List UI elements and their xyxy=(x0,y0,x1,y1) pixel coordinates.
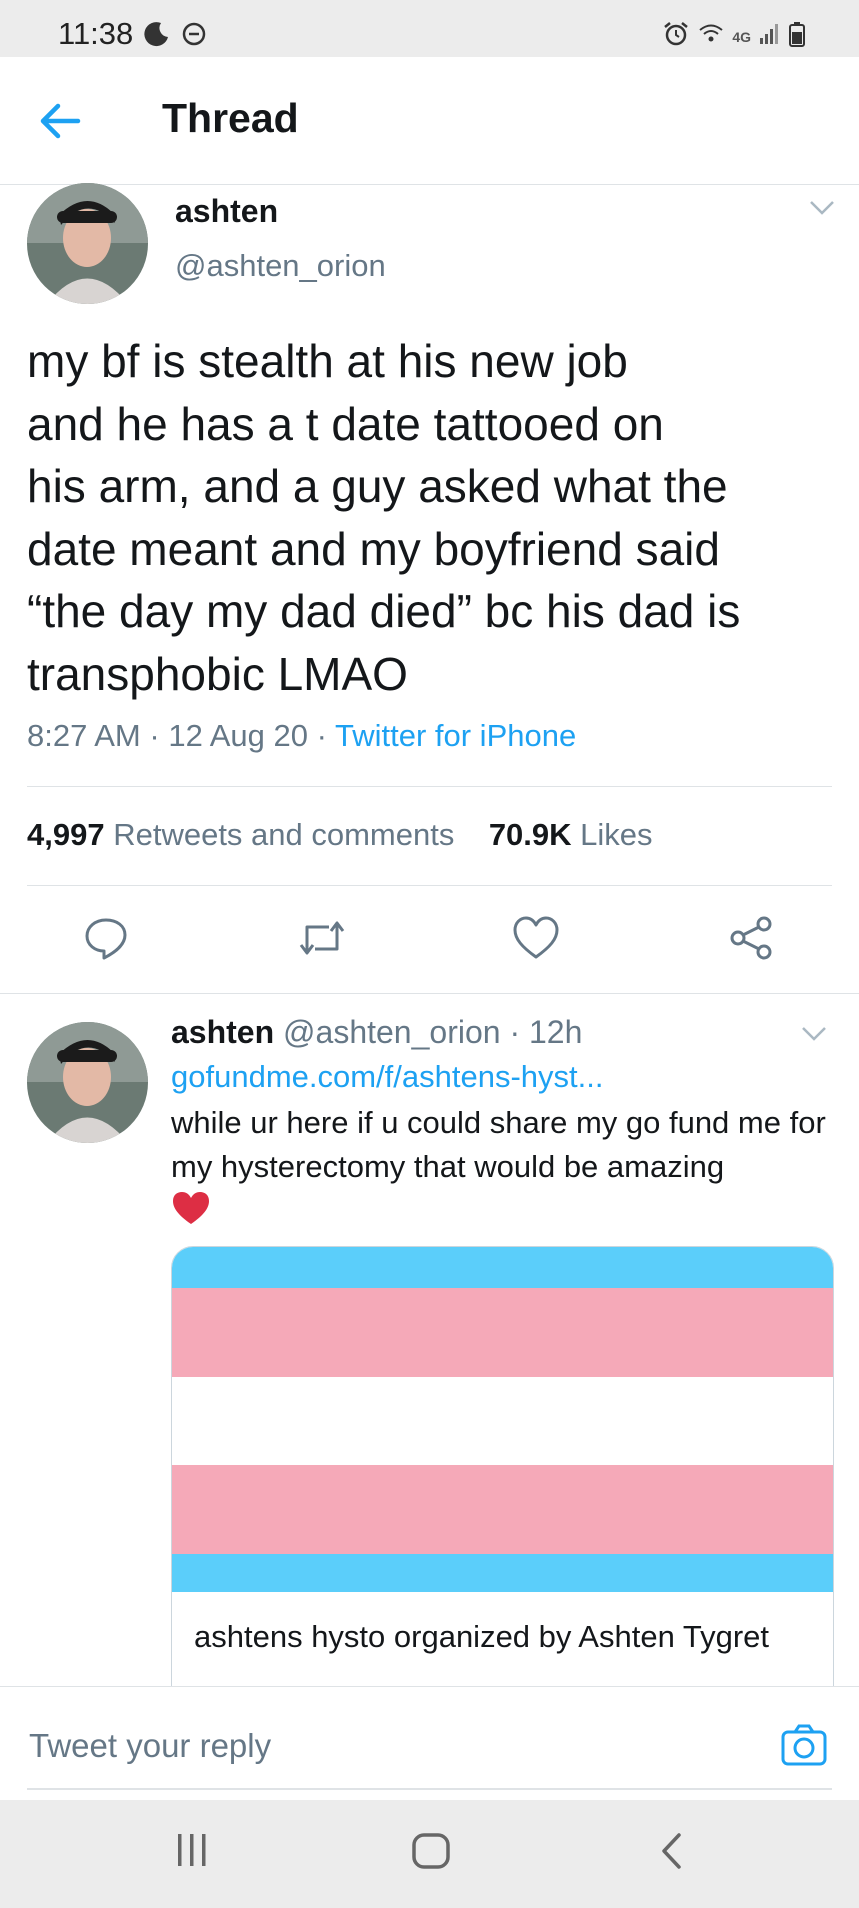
like-icon[interactable] xyxy=(512,915,560,966)
likes-label: Likes xyxy=(580,817,653,852)
alarm-icon xyxy=(662,20,690,53)
separator: · xyxy=(509,1014,521,1050)
divider xyxy=(0,993,859,994)
author-name[interactable]: ashten xyxy=(171,1014,274,1050)
reply-header: ashten @ashten_orion · 12h xyxy=(171,1014,582,1051)
avatar[interactable] xyxy=(27,183,148,304)
share-icon[interactable] xyxy=(728,915,774,966)
red-heart-icon xyxy=(171,1190,211,1231)
tweet-stats: 4,997 Retweets and comments 70.9K Likes xyxy=(27,817,653,853)
nav-bar xyxy=(0,1800,859,1908)
retweets-stat[interactable]: 4,997 Retweets and comments xyxy=(27,817,454,852)
tweet-source-link[interactable]: Twitter for iPhone xyxy=(335,718,576,753)
divider xyxy=(27,786,832,787)
tweet-text: my bf is stealth at his new job and he h… xyxy=(27,335,741,700)
divider xyxy=(27,885,832,886)
author-handle[interactable]: @ashten_orion xyxy=(283,1014,501,1050)
card-title: ashtens hysto organized by Ashten Tygret xyxy=(194,1619,770,1654)
flag-stripe-blue xyxy=(172,1554,833,1592)
reply-text: while ur here if u could share my go fun… xyxy=(171,1105,826,1184)
reply-bar xyxy=(0,1686,859,1801)
battery-icon xyxy=(789,21,805,52)
author-handle[interactable]: @ashten_orion xyxy=(175,248,386,284)
header: Thread xyxy=(0,57,859,185)
likes-count: 70.9K xyxy=(488,817,572,852)
flag-stripe-pink xyxy=(172,1288,833,1377)
status-bar: 11:38 4G xyxy=(0,0,859,57)
page-title: Thread xyxy=(162,95,299,141)
tweet-time: 8:27 AM xyxy=(27,718,141,753)
flag-stripe-pink xyxy=(172,1465,833,1554)
chevron-down-icon[interactable] xyxy=(800,1024,828,1049)
retweet-icon[interactable] xyxy=(297,915,347,966)
author-name[interactable]: ashten xyxy=(175,193,278,230)
chevron-down-icon[interactable] xyxy=(808,198,836,223)
signal-icon xyxy=(759,22,781,51)
likes-stat[interactable]: 70.9K Likes xyxy=(489,817,653,852)
back-icon[interactable] xyxy=(655,1830,687,1877)
reply-input[interactable] xyxy=(27,1725,721,1767)
flag-stripe-blue xyxy=(172,1247,833,1288)
moon-icon xyxy=(143,20,171,53)
retweets-count: 4,997 xyxy=(27,817,105,852)
separator: · xyxy=(316,718,327,753)
camera-icon[interactable] xyxy=(780,1723,828,1772)
retweets-label: Retweets and comments xyxy=(113,817,455,852)
network-label: 4G xyxy=(732,28,751,45)
recent-apps-icon[interactable] xyxy=(172,1830,212,1875)
avatar[interactable] xyxy=(27,1022,148,1143)
status-time: 11:38 xyxy=(58,16,134,51)
arrow-left-icon[interactable] xyxy=(38,99,88,143)
gofundme-link[interactable]: gofundme.com/f/ashtens-hyst... xyxy=(171,1059,604,1095)
reply-icon[interactable] xyxy=(83,915,129,966)
link-card[interactable]: ashtens hysto organized by Ashten Tygret xyxy=(171,1246,834,1708)
tweet-meta: 8:27 AM · 12 Aug 20 · Twitter for iPhone xyxy=(27,718,576,754)
home-icon[interactable] xyxy=(410,1830,452,1877)
divider xyxy=(27,1788,832,1790)
tweet-date: 12 Aug 20 xyxy=(168,718,308,753)
do-not-disturb-icon xyxy=(181,21,207,52)
tweet-age: 12h xyxy=(528,1014,583,1050)
flag-stripe-white xyxy=(172,1377,833,1465)
separator: · xyxy=(149,718,160,753)
wifi-icon xyxy=(698,21,724,52)
